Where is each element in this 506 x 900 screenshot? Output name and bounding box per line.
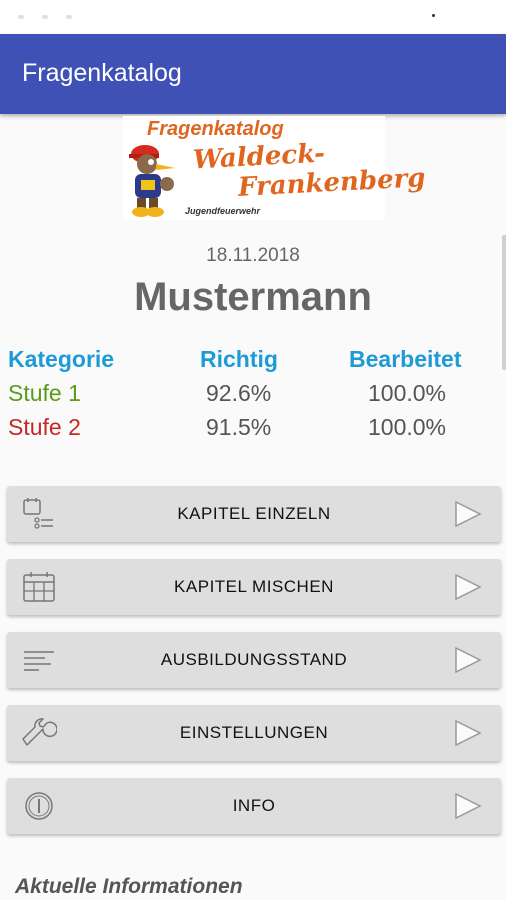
kapitel-einzeln-button[interactable]: KAPITEL EINZELN [7,486,501,542]
logo-title: Fragenkatalog [147,118,284,140]
row-stufe2-bearbeitet: 100.0% [368,414,447,440]
kapitel-mischen-button[interactable]: KAPITEL MISCHEN [7,559,501,615]
header-kategorie: Kategorie [8,346,115,372]
row-stufe1-kategorie: Stufe 1 [8,380,81,406]
play-arrow-icon [455,792,482,820]
header-bearbeitet: Bearbeitet [349,346,462,372]
play-arrow-icon [455,719,482,747]
mascot-icon [129,145,175,217]
einstellungen-button[interactable]: EINSTELLUNGEN [7,705,501,761]
logo-subtitle: Jugendfeuerwehr [185,206,261,216]
status-indicator [66,15,72,19]
play-arrow-icon [455,573,482,601]
kapitel-einzeln-label: KAPITEL EINZELN [177,504,331,523]
row-stufe1-richtig: 92.6% [206,380,272,406]
play-arrow-icon [455,500,482,528]
row-stufe2-richtig: 91.5% [206,414,272,440]
profile-name: Mustermann [134,275,372,319]
row-stufe1-bearbeitet: 100.0% [368,380,447,406]
ausbildungsstand-button[interactable]: AUSBILDUNGSSTAND [7,632,501,688]
status-icon [432,14,435,17]
status-bar [0,0,506,34]
ausbildungsstand-label: AUSBILDUNGSSTAND [160,650,348,669]
kapitel-mischen-label: KAPITEL MISCHEN [174,577,334,596]
profile-date: 18.11.2018 [206,245,300,266]
app-logo: Fragenkatalog Waldeck- Frankenberg Jugen… [123,116,426,220]
play-arrow-icon [455,646,482,674]
app-bar: Fragenkatalog [0,34,506,114]
app-title: Fragenkatalog [22,59,182,87]
header-richtig: Richtig [200,346,278,372]
section-title: Aktuelle Informationen [15,875,243,898]
status-indicator [42,15,48,19]
info-label: INFO [232,796,276,815]
status-indicator [18,15,24,19]
info-button[interactable]: INFO [7,778,501,834]
einstellungen-label: EINSTELLUNGEN [179,723,329,742]
row-stufe2-kategorie: Stufe 2 [8,414,81,440]
